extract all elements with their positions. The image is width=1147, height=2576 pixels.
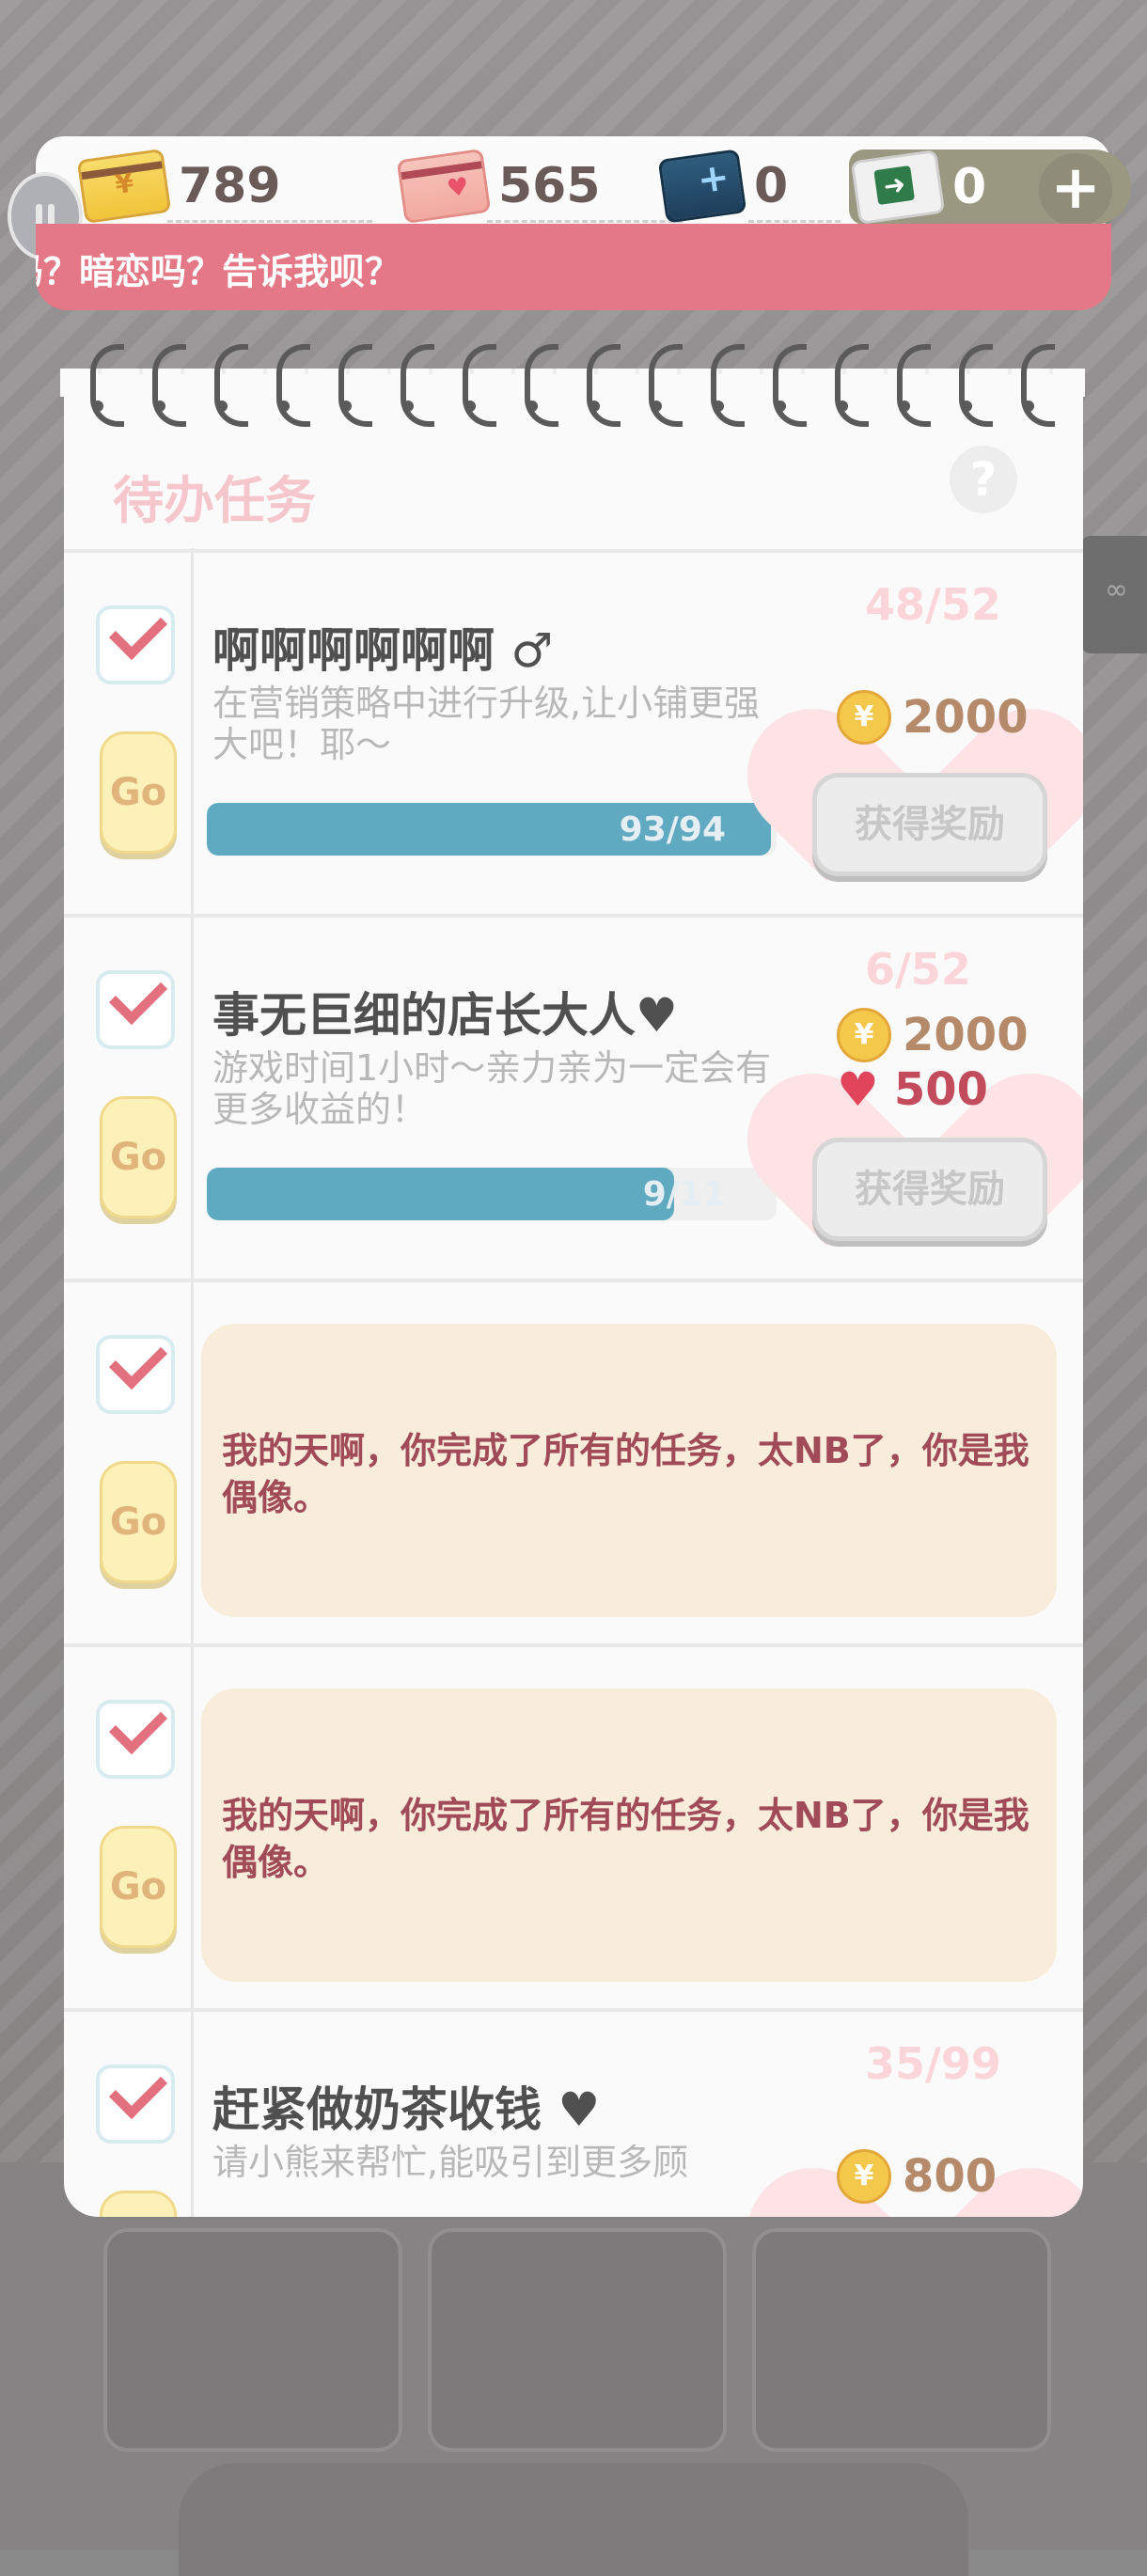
currency-cash: 0 + bbox=[849, 149, 1131, 227]
binder-ring bbox=[401, 344, 434, 427]
background-book bbox=[752, 2228, 1051, 2452]
binder-ring bbox=[338, 344, 372, 427]
completed-message: 我的天啊，你完成了所有的任务，太NB了，你是我偶像。 bbox=[222, 1795, 1029, 1883]
currency-bar: 789 565 0 0 + bbox=[8, 136, 1131, 260]
go-button[interactable]: Go bbox=[100, 731, 177, 854]
completed-message-card: 我的天啊，你完成了所有的任务，太NB了，你是我偶像。 bbox=[201, 1689, 1057, 1982]
task-item: Go 事无巨细的店长大人♥ 游戏时间1小时～亲力亲为一定会有更多收益的！ 9/1… bbox=[64, 914, 1083, 1282]
reward-gold-value: 2000 bbox=[903, 1009, 1029, 1061]
binder-ring bbox=[835, 344, 869, 427]
task-title: 赶紧做奶茶收钱 ♥ bbox=[212, 2082, 601, 2137]
task-item-completed: Go 我的天啊，你完成了所有的任务，太NB了，你是我偶像。 bbox=[64, 1643, 1083, 2012]
task-checkbox[interactable] bbox=[96, 1700, 175, 1779]
completed-message: 我的天啊，你完成了所有的任务，太NB了，你是我偶像。 bbox=[222, 1430, 1029, 1518]
binder-ring bbox=[214, 344, 248, 427]
reward-gold: ¥ 2000 bbox=[837, 690, 1029, 745]
page-title: 待办任务 bbox=[113, 471, 316, 530]
background-book bbox=[103, 2228, 402, 2452]
task-progress-bar: 9/11 bbox=[207, 1168, 777, 1220]
task-item: Go 啊啊啊啊啊啊 ♂ 在营销策略中进行升级,让小铺更强大吧！耶～ 93/94 … bbox=[64, 549, 1083, 918]
task-item-completed: Go 我的天啊，你完成了所有的任务，太NB了，你是我偶像。 bbox=[64, 1279, 1083, 1647]
add-cash-button[interactable]: + bbox=[1039, 153, 1112, 227]
go-button[interactable]: Go bbox=[100, 1826, 177, 1948]
task-progress-bar: 93/94 bbox=[207, 803, 777, 856]
reward-love: ♥ 500 bbox=[837, 1062, 988, 1117]
heart-icon: ♥ bbox=[837, 1062, 879, 1117]
help-button[interactable]: ? bbox=[950, 446, 1017, 513]
task-checkbox[interactable] bbox=[96, 1335, 175, 1414]
binder-ring bbox=[1021, 344, 1055, 427]
marquee-text: 吗？暗恋吗？告诉我呗？ bbox=[36, 251, 401, 292]
task-count: 6/52 bbox=[865, 944, 971, 995]
cash-amount: 0 bbox=[952, 159, 987, 215]
binder-ring bbox=[152, 344, 186, 427]
reward-gold: ¥ 800 bbox=[837, 2149, 997, 2204]
task-checkbox[interactable] bbox=[96, 2065, 175, 2144]
task-checkbox[interactable] bbox=[96, 605, 175, 684]
coin-icon: ¥ bbox=[837, 1008, 891, 1062]
task-title: 事无巨细的店长大人♥ bbox=[212, 988, 678, 1043]
binder-ring bbox=[587, 344, 621, 427]
background-table bbox=[179, 2463, 968, 2576]
task-notebook: 待办任务 ? Go 啊啊啊啊啊啊 ♂ 在营销策略中进行升级,让小铺更强大吧！耶～… bbox=[64, 374, 1083, 2217]
currency-love: 565 bbox=[396, 148, 683, 225]
gold-amount: 789 bbox=[179, 158, 281, 214]
reward-gold-value: 800 bbox=[903, 2150, 998, 2203]
progress-fill bbox=[207, 1168, 674, 1220]
reward-gold: ¥ 2000 bbox=[837, 1008, 1029, 1062]
task-checkbox[interactable] bbox=[96, 970, 175, 1049]
ticket-amount: 0 bbox=[754, 158, 789, 214]
progress-text: 9/11 bbox=[642, 1175, 726, 1214]
love-amount: 565 bbox=[498, 158, 601, 214]
claim-reward-button[interactable]: 获得奖励 bbox=[812, 1138, 1047, 1241]
love-card-icon bbox=[396, 148, 492, 225]
reward-gold-value: 2000 bbox=[903, 691, 1029, 744]
task-description: 在营销策略中进行升级,让小铺更强大吧！耶～ bbox=[212, 683, 761, 765]
binder-ring bbox=[525, 344, 558, 427]
coin-icon: ¥ bbox=[837, 690, 891, 745]
coin-icon: ¥ bbox=[837, 2149, 891, 2204]
binder-ring bbox=[649, 344, 683, 427]
task-count: 48/52 bbox=[865, 579, 1001, 630]
claim-reward-button[interactable]: 获得奖励 bbox=[812, 773, 1047, 876]
task-description: 请小熊来帮忙,能吸引到更多顾 bbox=[212, 2142, 689, 2183]
background-book bbox=[428, 2228, 727, 2452]
binder-ring bbox=[773, 344, 807, 427]
binder-ring bbox=[276, 344, 310, 427]
task-item: Go 赶紧做奶茶收钱 ♥ 请小熊来帮忙,能吸引到更多顾 35/99 ¥ 800 bbox=[64, 2008, 1083, 2217]
task-title: 啊啊啊啊啊啊 ♂ bbox=[212, 623, 554, 678]
gold-card-icon bbox=[76, 148, 172, 225]
binder-ring bbox=[711, 344, 745, 427]
infinity-icon: ∞ bbox=[1105, 573, 1128, 606]
task-description: 游戏时间1小时～亲力亲为一定会有更多收益的！ bbox=[212, 1047, 772, 1130]
cash-icon bbox=[850, 149, 946, 226]
binder-ring bbox=[463, 344, 496, 427]
ticket-icon bbox=[657, 149, 747, 224]
binder-ring bbox=[959, 344, 993, 427]
go-button[interactable]: Go bbox=[100, 1096, 177, 1218]
currency-gold: 789 bbox=[76, 148, 372, 225]
side-panel-tab: ∞ bbox=[1081, 536, 1147, 653]
marquee-banner: 吗？暗恋吗？告诉我呗？ bbox=[36, 224, 1111, 310]
task-count: 35/99 bbox=[865, 2038, 1001, 2089]
currency-ticket: 0 bbox=[657, 149, 841, 224]
binder-ring bbox=[897, 344, 931, 427]
progress-text: 93/94 bbox=[619, 810, 726, 849]
binder-ring bbox=[90, 344, 124, 427]
go-button[interactable]: Go bbox=[100, 1461, 177, 1583]
go-button[interactable]: Go bbox=[100, 2191, 177, 2217]
reward-love-value: 500 bbox=[893, 1063, 989, 1116]
completed-message-card: 我的天啊，你完成了所有的任务，太NB了，你是我偶像。 bbox=[201, 1324, 1057, 1617]
